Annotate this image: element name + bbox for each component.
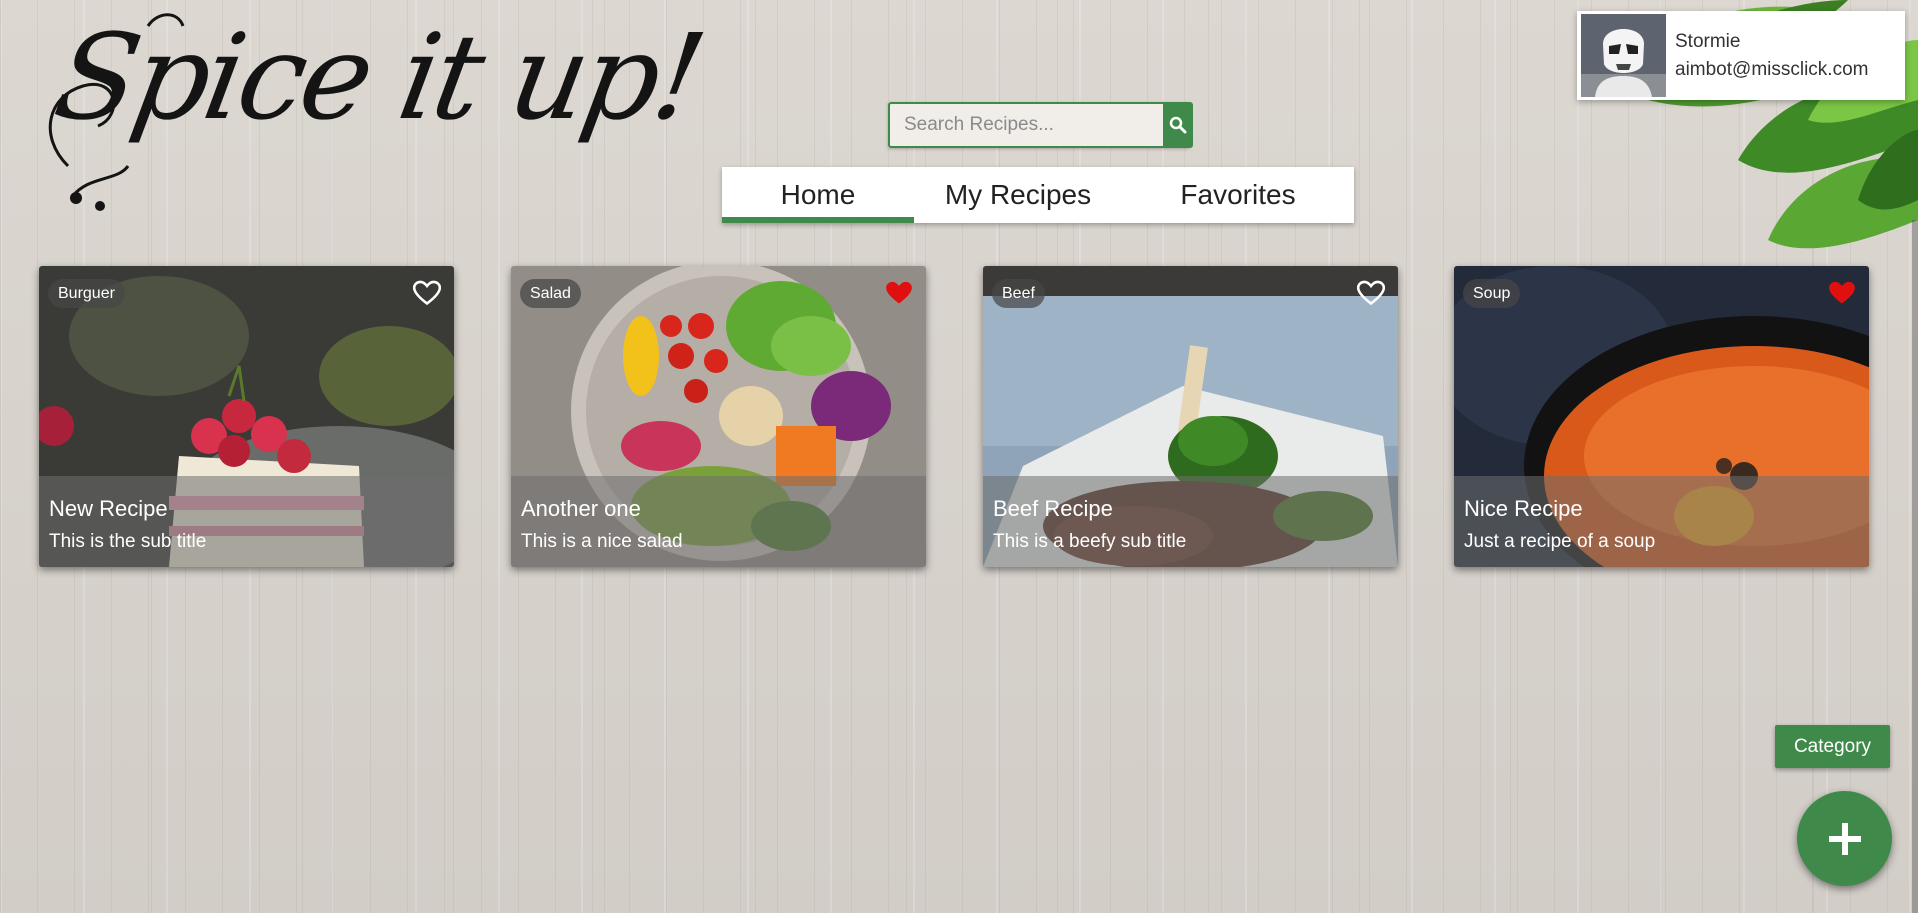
- user-name: Stormie: [1675, 30, 1741, 52]
- recipe-title: Nice Recipe: [1464, 496, 1583, 521]
- recipe-title: Beef Recipe: [993, 496, 1113, 521]
- card-caption: Nice Recipe Just a recipe of a soup: [1454, 476, 1869, 567]
- user-card[interactable]: Stormie aimbot@missclick.com: [1577, 11, 1905, 100]
- tab-favorites[interactable]: Favorites: [1122, 167, 1354, 223]
- recipe-subtitle: This is the sub title: [49, 531, 207, 552]
- heart-filled-icon[interactable]: [885, 280, 913, 306]
- tab-my-recipes[interactable]: My Recipes: [914, 167, 1122, 223]
- card-caption: Another one This is a nice salad: [511, 476, 926, 567]
- recipe-subtitle: This is a beefy sub title: [993, 531, 1187, 552]
- scrollbar[interactable]: [1912, 220, 1918, 913]
- category-badge: Beef: [992, 279, 1045, 308]
- recipe-title: Another one: [521, 496, 641, 521]
- heart-outline-icon[interactable]: [1357, 280, 1385, 306]
- recipe-card[interactable]: Beef Beef Recipe This is a beefy sub tit…: [983, 266, 1398, 567]
- recipe-card[interactable]: Salad Another one This is a nice salad: [511, 266, 926, 567]
- search-bar: [888, 102, 1193, 148]
- plus-icon: [1828, 822, 1861, 855]
- category-badge: Burguer: [48, 279, 125, 308]
- search-button[interactable]: [1163, 102, 1193, 148]
- category-badge: Soup: [1463, 279, 1521, 308]
- search-input[interactable]: [888, 102, 1163, 148]
- category-badge: Salad: [520, 279, 581, 308]
- avatar: [1581, 14, 1666, 97]
- recipe-card[interactable]: Burguer New Recipe This is the sub title: [39, 266, 454, 567]
- category-button[interactable]: Category: [1775, 725, 1890, 768]
- main-nav: Home My Recipes Favorites: [722, 167, 1354, 223]
- recipe-card[interactable]: Soup Nice Recipe Just a recipe of a soup: [1454, 266, 1869, 567]
- app-logo[interactable]: Spice it up!: [28, 6, 711, 216]
- logo-text: Spice it up!: [45, 8, 712, 146]
- recipe-subtitle: This is a nice salad: [521, 531, 683, 552]
- search-icon: [1169, 116, 1187, 134]
- card-caption: New Recipe This is the sub title: [39, 476, 454, 567]
- card-caption: Beef Recipe This is a beefy sub title: [983, 476, 1398, 567]
- user-email: aimbot@missclick.com: [1675, 58, 1869, 80]
- recipe-title: New Recipe: [49, 496, 168, 521]
- heart-outline-icon[interactable]: [413, 280, 441, 306]
- recipe-subtitle: Just a recipe of a soup: [1464, 531, 1656, 552]
- add-recipe-button[interactable]: [1797, 791, 1892, 886]
- tab-home[interactable]: Home: [722, 167, 914, 223]
- heart-filled-icon[interactable]: [1828, 280, 1856, 306]
